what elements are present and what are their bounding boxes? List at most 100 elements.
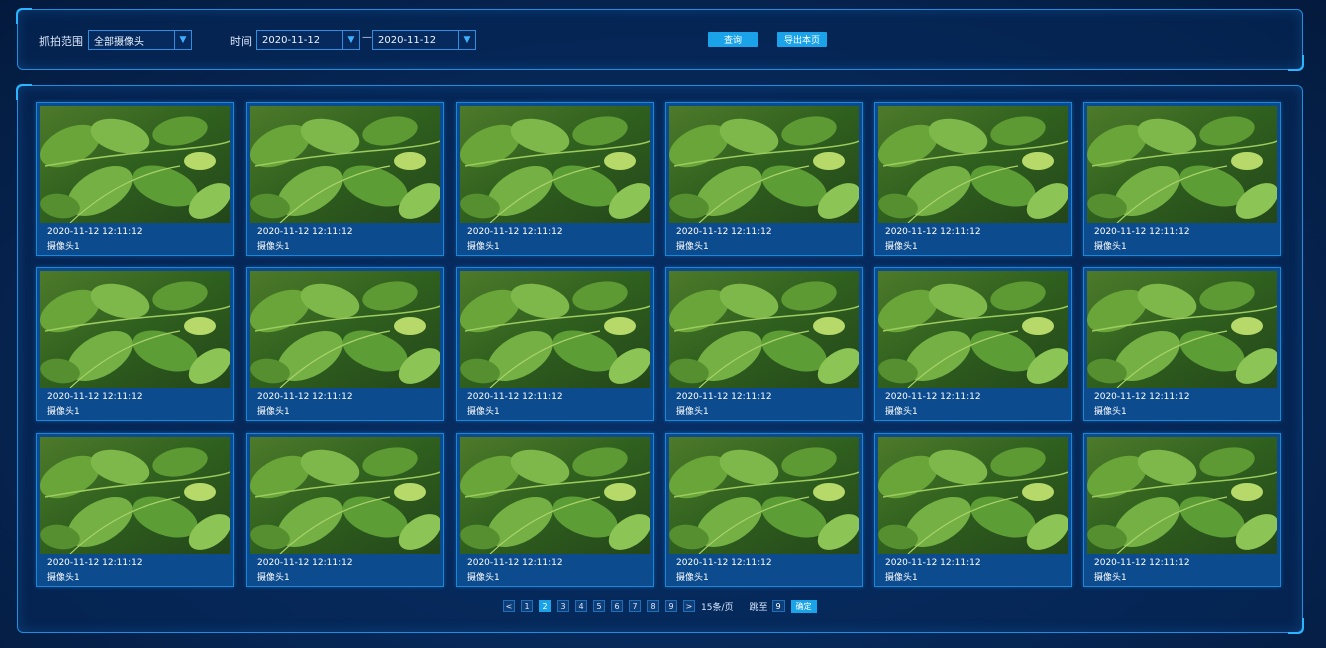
page-5[interactable]: 5 [593,600,605,612]
chevron-down-icon[interactable]: ▼ [342,31,359,49]
snapshot-camera: 摄像头1 [1094,573,1127,583]
snapshot-camera: 摄像头1 [47,242,80,252]
snapshot-card[interactable]: 2020-11-12 12:11:12 摄像头1 [456,433,654,587]
leaf-photo-icon [40,106,230,223]
snapshot-image[interactable] [250,106,440,223]
camera-range-select[interactable]: 全部摄像头 ▼ [88,30,192,50]
page-9[interactable]: 9 [665,600,677,612]
jump-confirm-button[interactable]: 确定 [790,599,817,613]
snapshot-camera: 摄像头1 [676,407,709,417]
snapshot-card[interactable]: 2020-11-12 12:11:12 摄像头1 [665,433,863,587]
snapshot-image[interactable] [1087,271,1277,388]
snapshot-image[interactable] [40,437,230,554]
snapshot-time: 2020-11-12 12:11:12 [1094,558,1190,568]
snapshot-image[interactable] [460,106,650,223]
snapshot-camera: 摄像头1 [1094,242,1127,252]
start-date-value: 2020-11-12 [262,34,321,46]
pagination: < 1 2 3 4 5 6 7 8 9 > 15条/页 跳至 9 确定 [503,599,817,613]
snapshot-card[interactable]: 2020-11-12 12:11:12 摄像头1 [246,433,444,587]
page-2[interactable]: 2 [539,600,551,612]
snapshot-camera: 摄像头1 [257,242,290,252]
page-8[interactable]: 8 [647,600,659,612]
snapshot-card[interactable]: 2020-11-12 12:11:12 摄像头1 [456,267,654,421]
snapshot-card[interactable]: 2020-11-12 12:11:12 摄像头1 [1083,433,1281,587]
snapshot-card[interactable]: 2020-11-12 12:11:12 摄像头1 [874,267,1072,421]
leaf-photo-icon [1087,271,1277,388]
page-size[interactable]: 15条/页 [701,600,734,613]
page-4[interactable]: 4 [575,600,587,612]
snapshot-camera: 摄像头1 [257,573,290,583]
snapshot-card[interactable]: 2020-11-12 12:11:12 摄像头1 [1083,102,1281,256]
end-date-value: 2020-11-12 [378,34,437,46]
snapshot-camera: 摄像头1 [885,407,918,417]
jump-page-input[interactable]: 9 [771,600,785,612]
snapshot-image[interactable] [1087,106,1277,223]
snapshot-card[interactable]: 2020-11-12 12:11:12 摄像头1 [874,102,1072,256]
page-1[interactable]: 1 [521,600,533,612]
snapshot-time: 2020-11-12 12:11:12 [467,558,563,568]
export-page-button[interactable]: 导出本页 [777,32,827,47]
date-range-dash: — [362,32,372,43]
leaf-photo-icon [1087,437,1277,554]
snapshot-card[interactable]: 2020-11-12 12:11:12 摄像头1 [246,267,444,421]
snapshot-card[interactable]: 2020-11-12 12:11:12 摄像头1 [36,433,234,587]
snapshot-card[interactable]: 2020-11-12 12:11:12 摄像头1 [246,102,444,256]
leaf-photo-icon [460,437,650,554]
snapshot-time: 2020-11-12 12:11:12 [47,227,143,237]
snapshot-image[interactable] [40,271,230,388]
snapshot-image[interactable] [250,437,440,554]
page-6[interactable]: 6 [611,600,623,612]
snapshot-time: 2020-11-12 12:11:12 [676,227,772,237]
end-date-select[interactable]: 2020-11-12 ▼ [372,30,476,50]
leaf-photo-icon [878,106,1068,223]
snapshot-time: 2020-11-12 12:11:12 [467,392,563,402]
chevron-down-icon[interactable]: ▼ [458,31,475,49]
snapshot-card[interactable]: 2020-11-12 12:11:12 摄像头1 [1083,267,1281,421]
snapshot-camera: 摄像头1 [47,573,80,583]
snapshot-time: 2020-11-12 12:11:12 [1094,392,1190,402]
page-7[interactable]: 7 [629,600,641,612]
snapshot-time: 2020-11-12 12:11:12 [1094,227,1190,237]
leaf-photo-icon [250,437,440,554]
snapshot-card[interactable]: 2020-11-12 12:11:12 摄像头1 [665,102,863,256]
snapshot-image[interactable] [878,437,1068,554]
leaf-photo-icon [460,271,650,388]
leaf-photo-icon [250,271,440,388]
snapshot-time: 2020-11-12 12:11:12 [257,392,353,402]
leaf-photo-icon [250,106,440,223]
snapshot-image[interactable] [460,437,650,554]
snapshot-card[interactable]: 2020-11-12 12:11:12 摄像头1 [36,267,234,421]
next-page-button[interactable]: > [683,600,695,612]
snapshot-time: 2020-11-12 12:11:12 [885,558,981,568]
snapshot-image[interactable] [40,106,230,223]
snapshot-card[interactable]: 2020-11-12 12:11:12 摄像头1 [36,102,234,256]
snapshot-image[interactable] [669,271,859,388]
start-date-select[interactable]: 2020-11-12 ▼ [256,30,360,50]
prev-page-button[interactable]: < [503,600,515,612]
snapshot-card[interactable]: 2020-11-12 12:11:12 摄像头1 [874,433,1072,587]
leaf-photo-icon [40,437,230,554]
snapshot-image[interactable] [878,106,1068,223]
snapshot-time: 2020-11-12 12:11:12 [47,558,143,568]
snapshot-image[interactable] [460,271,650,388]
snapshot-image[interactable] [878,271,1068,388]
time-label: 时间 [230,35,252,48]
chevron-down-icon[interactable]: ▼ [174,31,191,49]
snapshot-image[interactable] [250,271,440,388]
snapshot-camera: 摄像头1 [47,407,80,417]
snapshot-camera: 摄像头1 [885,242,918,252]
snapshot-time: 2020-11-12 12:11:12 [676,392,772,402]
page-3[interactable]: 3 [557,600,569,612]
jump-label: 跳至 [749,602,768,613]
snapshot-image[interactable] [1087,437,1277,554]
leaf-photo-icon [460,106,650,223]
query-button[interactable]: 查询 [708,32,758,47]
snapshot-image[interactable] [669,437,859,554]
snapshot-card[interactable]: 2020-11-12 12:11:12 摄像头1 [665,267,863,421]
camera-range-value: 全部摄像头 [94,36,144,48]
snapshot-time: 2020-11-12 12:11:12 [676,558,772,568]
snapshot-time: 2020-11-12 12:11:12 [257,558,353,568]
snapshot-image[interactable] [669,106,859,223]
leaf-photo-icon [669,437,859,554]
snapshot-card[interactable]: 2020-11-12 12:11:12 摄像头1 [456,102,654,256]
